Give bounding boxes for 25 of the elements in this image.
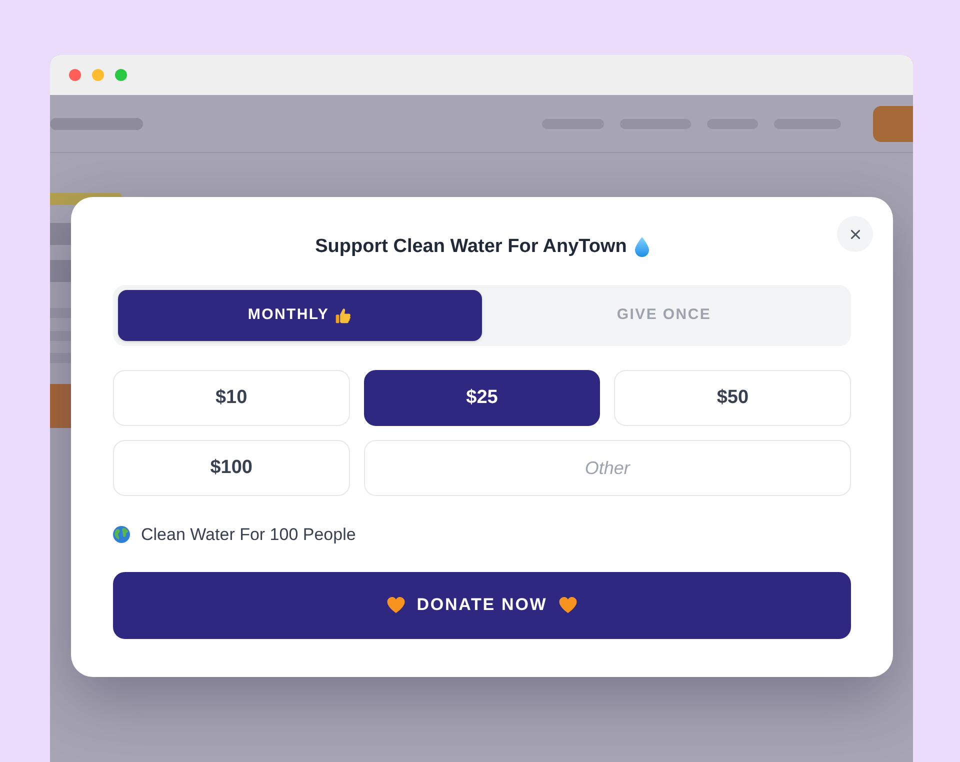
impact-text: Clean Water For 100 People bbox=[141, 524, 356, 546]
minimize-window-icon[interactable] bbox=[92, 69, 104, 81]
amount-option[interactable]: $100 bbox=[113, 440, 350, 496]
sidebar-placeholder bbox=[50, 308, 71, 318]
sidebar-placeholder bbox=[50, 331, 71, 341]
water-drop-icon bbox=[634, 237, 649, 257]
donate-button[interactable]: DONATE NOW bbox=[113, 572, 851, 638]
amount-option[interactable]: $50 bbox=[614, 370, 851, 426]
sidebar-button-placeholder bbox=[50, 384, 71, 428]
sidebar-placeholder bbox=[50, 353, 71, 363]
amount-option[interactable]: $10 bbox=[113, 370, 350, 426]
sidebar-placeholder bbox=[50, 223, 71, 245]
heart-icon bbox=[559, 597, 578, 613]
globe-icon bbox=[113, 526, 130, 544]
thumbs-up-icon bbox=[335, 307, 352, 324]
zoom-window-icon[interactable] bbox=[115, 69, 127, 81]
sidebar-placeholder bbox=[50, 260, 71, 282]
amount-option[interactable]: $25 bbox=[364, 370, 600, 426]
heart-icon bbox=[386, 597, 405, 613]
close-window-icon[interactable] bbox=[69, 69, 81, 81]
close-button[interactable] bbox=[837, 216, 873, 252]
other-amount-field[interactable]: Other bbox=[364, 440, 851, 496]
frequency-tab[interactable]: MONTHLY bbox=[118, 290, 482, 341]
dialog-title: Support Clean Water For AnyTown bbox=[315, 234, 627, 259]
header-button-placeholder bbox=[873, 106, 913, 142]
